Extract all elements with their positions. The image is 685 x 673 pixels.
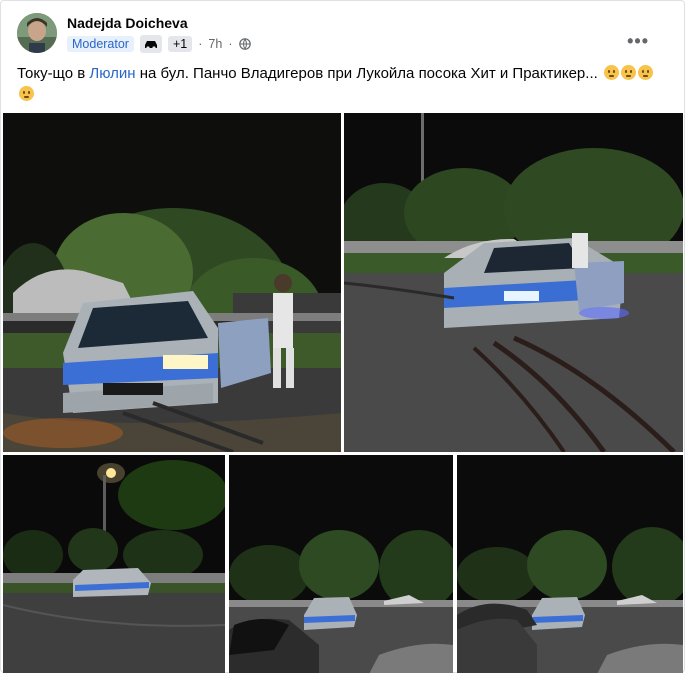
globe-icon [238,38,251,50]
post-text-before: Току-що в [17,65,90,82]
post-header: Nadejda Doicheva Moderator +1 · 7h · ••• [17,13,667,53]
extra-badges-count[interactable]: +1 [167,36,193,52]
crash-photo-5[interactable] [457,455,683,673]
crash-photo-3[interactable] [3,455,225,673]
more-options-icon[interactable]: ••• [627,31,649,52]
moderator-badge[interactable]: Moderator [67,36,134,52]
meta-dot: · [228,37,233,51]
author-name[interactable]: Nadejda Doicheva [67,15,188,31]
post-text-after: на бул. Панчо Владигеров при Лукойла пос… [135,65,602,82]
weary-face-emoji-icon [620,65,636,80]
weary-face-emoji-icon [603,65,619,80]
post-text: Току-що в Люлин на бул. Панчо Владигеров… [17,63,667,105]
author-avatar[interactable] [17,13,57,53]
weary-face-emoji-icon [19,86,34,101]
weary-face-emoji-icon [637,65,653,80]
crash-photo-4[interactable] [229,455,453,673]
car-group-badge-icon[interactable] [139,35,162,53]
crash-photo-1[interactable] [3,113,341,452]
post-meta: Moderator +1 · 7h · [67,35,251,53]
crash-photo-2[interactable] [344,113,683,452]
location-link[interactable]: Люлин [89,65,135,82]
meta-dot: · [198,37,203,51]
post-time[interactable]: 7h [208,37,222,51]
facebook-post: Nadejda Doicheva Moderator +1 · 7h · •••… [0,0,685,673]
